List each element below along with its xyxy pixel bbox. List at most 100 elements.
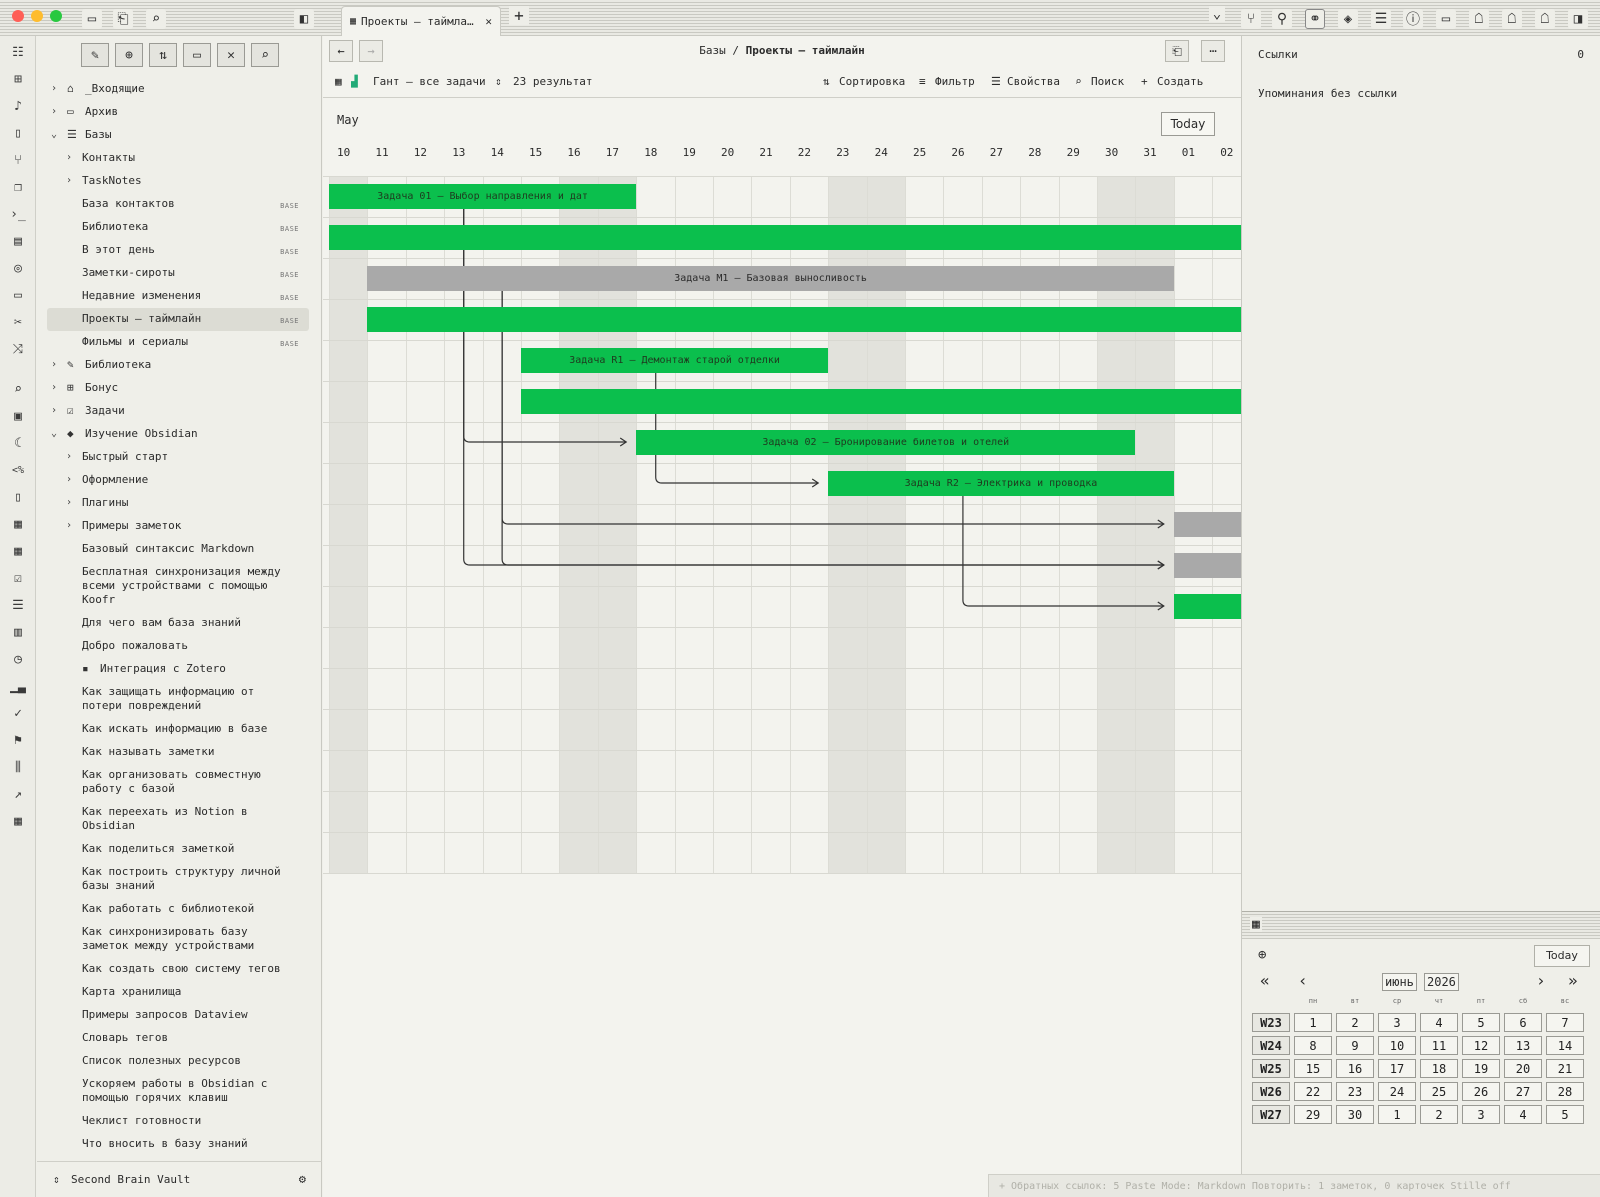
calendar-day[interactable]: 19 <box>1462 1059 1500 1078</box>
settings-icon[interactable]: ⚙ <box>299 1172 306 1186</box>
chevron-right-icon[interactable]: › <box>51 82 57 96</box>
tree-item[interactable]: Недавние изменения BASE <box>47 285 309 308</box>
columns-icon[interactable]: ▥ <box>8 622 28 642</box>
tree-item[interactable]: Как переехать из Notion в Obsidian <box>47 801 309 838</box>
tree-item[interactable]: › Контакты <box>47 147 309 170</box>
chevron-down-icon[interactable]: ⌄ <box>51 128 57 142</box>
calendar-day[interactable]: 12 <box>1462 1036 1500 1055</box>
bookmark-icon[interactable]: ⎗ <box>113 9 133 29</box>
bookmark-icon[interactable]: ⎗ <box>1165 40 1189 62</box>
info-icon[interactable]: ⓘ <box>1403 9 1423 29</box>
more-icon[interactable]: ⋯ <box>1201 40 1225 62</box>
today-button[interactable]: Today <box>1161 112 1215 136</box>
tree-item[interactable]: Для чего вам база знаний <box>47 612 309 635</box>
tree-item[interactable]: Как построить структуру личной базы знан… <box>47 861 309 898</box>
outline-icon[interactable]: ☰ <box>1371 9 1391 29</box>
calendar-day[interactable]: 6 <box>1504 1013 1542 1032</box>
chevron-right-icon[interactable]: › <box>51 404 57 418</box>
new-tab-button[interactable]: + <box>509 6 529 25</box>
calendar-day[interactable]: 5 <box>1546 1105 1584 1124</box>
chevron-right-icon[interactable]: › <box>66 496 72 510</box>
git-icon[interactable]: ⑂ <box>1241 9 1261 29</box>
outgoing-links-icon[interactable]: ⚭ <box>1305 9 1325 29</box>
tree-item[interactable]: Проекты — таймлайн BASE <box>47 308 309 331</box>
calendar-day[interactable]: 1 <box>1378 1105 1416 1124</box>
tree-item[interactable]: Как организовать совместную работу с баз… <box>47 764 309 801</box>
maximize-window-button[interactable] <box>50 10 62 22</box>
week-number[interactable]: W25 <box>1252 1059 1290 1078</box>
tree-item[interactable]: Ускоряем работы в Obsidian с помощью гор… <box>47 1073 309 1110</box>
chevron-right-icon[interactable]: › <box>66 151 72 165</box>
tree-item[interactable]: Как синхронизировать базу заметок между … <box>47 921 309 958</box>
calendar-day[interactable]: 24 <box>1378 1082 1416 1101</box>
calendar-day[interactable]: 1 <box>1294 1013 1332 1032</box>
search-icon[interactable]: ⌕ <box>146 9 166 29</box>
minimize-window-button[interactable] <box>31 10 43 22</box>
file-icon[interactable]: ▯ <box>8 123 28 143</box>
month-label[interactable]: июнь <box>1382 973 1417 991</box>
grid-icon[interactable]: ⊞ <box>8 69 28 89</box>
tree-item[interactable]: › Оформление <box>47 469 309 492</box>
calendar-day[interactable]: 3 <box>1462 1105 1500 1124</box>
calendar-icon[interactable]: ▦ <box>8 541 28 561</box>
tree-item[interactable]: › TaskNotes <box>47 170 309 193</box>
calendar-day[interactable]: 13 <box>1504 1036 1542 1055</box>
flag-icon[interactable]: ⚑ <box>8 730 28 750</box>
breadcrumb-parent[interactable]: Базы <box>699 44 726 57</box>
breadcrumb-current[interactable]: Проекты — таймлайн <box>746 44 865 57</box>
shuffle-icon[interactable]: ⤨ <box>8 339 28 359</box>
tree-item[interactable]: › Примеры заметок <box>47 515 309 538</box>
gantt-bar[interactable]: Задача 02 — Бронирование билетов и отеле… <box>636 430 1136 455</box>
gantt-bar[interactable] <box>1173 594 1241 619</box>
ghost-icon[interactable]: ☖ <box>1535 9 1555 29</box>
calendar-day[interactable]: 23 <box>1336 1082 1374 1101</box>
calendar-day[interactable]: 21 <box>1546 1059 1584 1078</box>
gantt-bar[interactable]: Задача 01 — Выбор направления и дат <box>329 184 637 209</box>
tree-item[interactable]: Примеры запросов Dataview <box>47 1004 309 1027</box>
week-number[interactable]: W26 <box>1252 1082 1290 1101</box>
dashboard-icon[interactable]: ☷ <box>8 42 28 62</box>
tag-icon[interactable]: ◈ <box>1338 9 1358 29</box>
sort-icon[interactable]: ⇅ <box>149 43 177 67</box>
chevron-down-icon[interactable]: ⌄ <box>51 427 57 441</box>
tree-item[interactable]: Карта хранилища <box>47 981 309 1004</box>
tree-item[interactable]: Библиотека BASE <box>47 216 309 239</box>
new-folder-icon[interactable]: ⊕ <box>115 43 143 67</box>
library-icon[interactable]: ⫼ <box>8 757 28 777</box>
tree-item[interactable]: Как работать с библиотекой <box>47 898 309 921</box>
calendar-day[interactable]: 7 <box>1546 1013 1584 1032</box>
create-button[interactable]: Создать <box>1157 75 1203 88</box>
tree-item[interactable]: › ✎ Библиотека <box>47 354 309 377</box>
tree-item[interactable]: › ⌂ _Входящие <box>47 78 309 101</box>
tree-item[interactable]: В этот день BASE <box>47 239 309 262</box>
tree-item[interactable]: ⌄ ☰ Базы <box>47 124 309 147</box>
gantt-bar[interactable] <box>1173 512 1241 537</box>
view-selector[interactable]: Гант — все задачи <box>373 75 486 88</box>
tree-item[interactable]: › Плагины <box>47 492 309 515</box>
calendar-icon[interactable]: ▦ <box>8 514 28 534</box>
chevron-right-icon[interactable]: › <box>66 174 72 188</box>
compass-icon[interactable]: ◎ <box>8 258 28 278</box>
folder-icon[interactable]: ▭ <box>82 9 102 29</box>
gantt-bar[interactable] <box>329 225 1241 250</box>
calendar-day-icon[interactable]: ▦ <box>8 811 28 831</box>
checkbox-icon[interactable]: ☑ <box>8 568 28 588</box>
week-number[interactable]: W23 <box>1252 1013 1290 1032</box>
chevron-right-icon[interactable]: › <box>51 358 57 372</box>
archive-icon[interactable]: ▭ <box>1436 9 1456 29</box>
sort-button[interactable]: Сортировка <box>839 75 905 88</box>
calendar-day[interactable]: 8 <box>1294 1036 1332 1055</box>
week-number[interactable]: W27 <box>1252 1105 1290 1124</box>
calendar-day[interactable]: 20 <box>1504 1059 1542 1078</box>
calendar-day[interactable]: 3 <box>1378 1013 1416 1032</box>
moon-icon[interactable]: ☾ <box>8 433 28 453</box>
chevron-right-icon[interactable]: › <box>51 105 57 119</box>
close-window-button[interactable] <box>12 10 24 22</box>
calendar-today-button[interactable]: Today <box>1534 945 1590 967</box>
prev-month-button[interactable]: ‹ <box>1298 971 1308 990</box>
calendar-day[interactable]: 10 <box>1378 1036 1416 1055</box>
tree-item[interactable]: Фильмы и сериалы BASE <box>47 331 309 354</box>
notebook-icon[interactable]: ▯ <box>8 487 28 507</box>
collapse-icon[interactable]: ▭ <box>183 43 211 67</box>
vault-switcher[interactable]: ⇕ Second Brain Vault ⚙ <box>37 1161 322 1197</box>
